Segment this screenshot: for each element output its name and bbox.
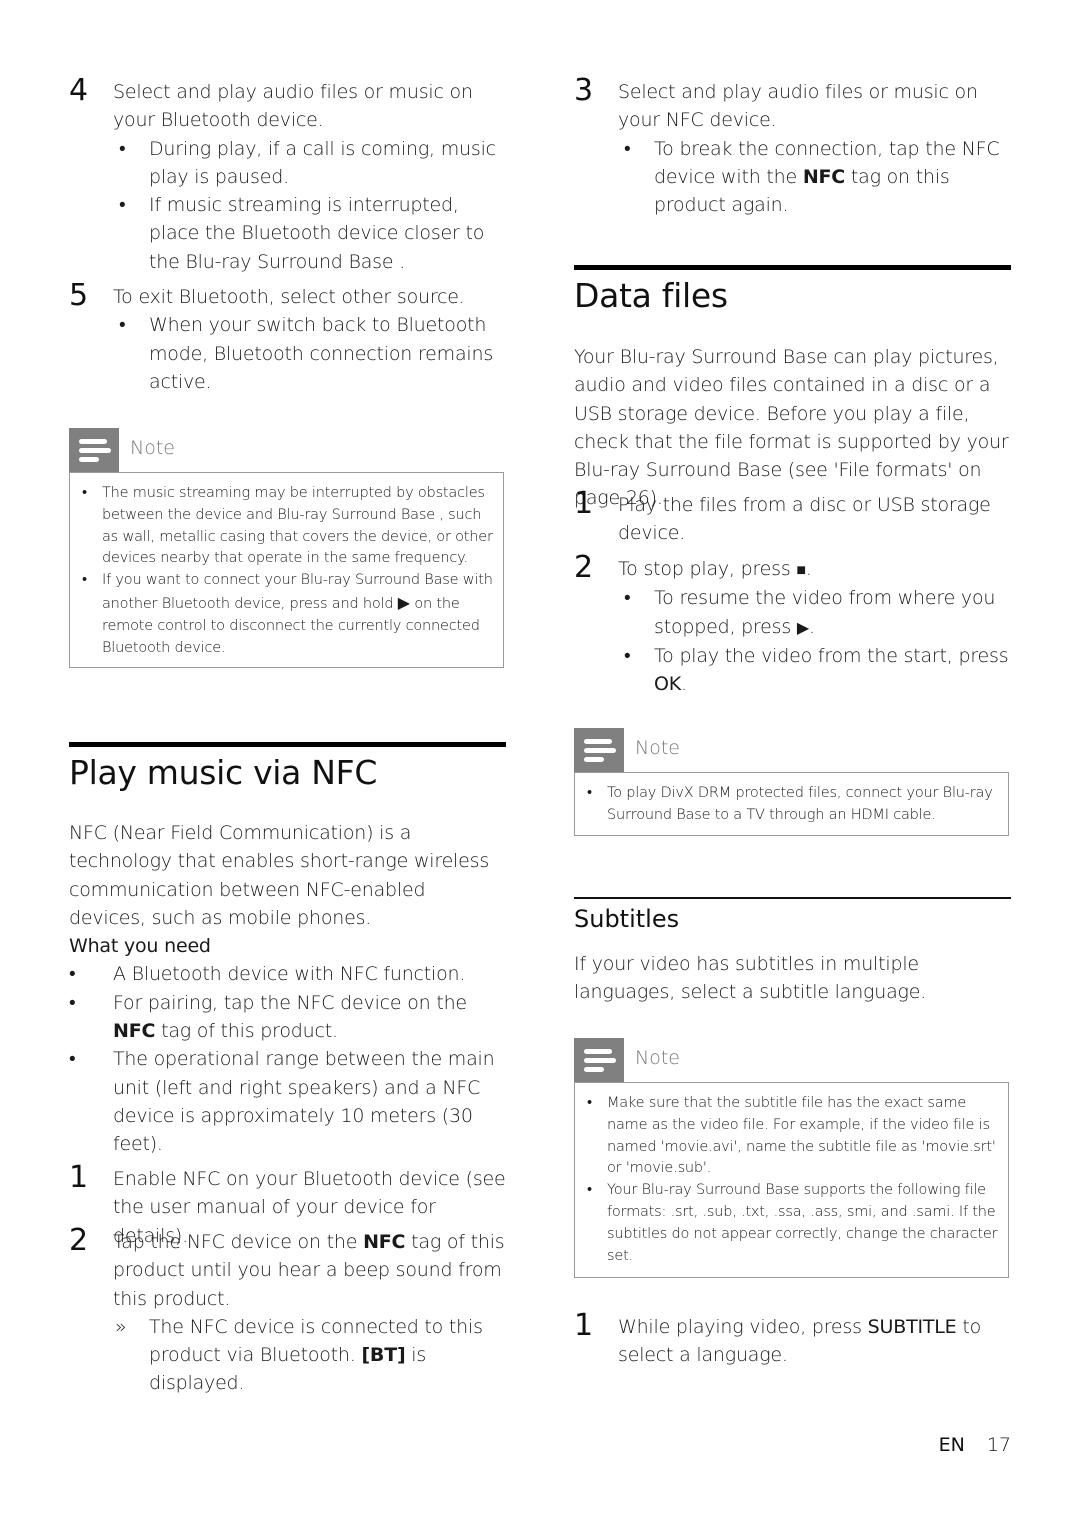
bullet-icon: •	[119, 194, 126, 217]
subsection-title: Subtitles	[574, 905, 680, 933]
what-you-need-heading: What you need	[69, 935, 211, 958]
list-item: • During play, if a call is coming, musi…	[113, 135, 508, 192]
bullet-icon: •	[624, 587, 631, 610]
step-number: 1	[69, 1160, 89, 1195]
page-number: 17	[986, 1434, 1011, 1456]
bullet-icon: •	[624, 644, 631, 667]
step-number: 1	[574, 1308, 594, 1343]
step-number: 2	[574, 550, 594, 585]
bullet-icon: •	[587, 785, 592, 801]
bullet-icon: •	[119, 137, 126, 160]
note-label: Note	[635, 737, 680, 759]
step-text: Play the files from a disc or USB storag…	[618, 494, 991, 545]
bullet-icon: •	[69, 963, 76, 986]
note-box: • Make sure that the subtitle file has t…	[574, 1082, 1009, 1278]
step-number: 1	[574, 486, 594, 521]
list-item: • The operational range between the main…	[69, 1045, 506, 1158]
section-divider	[69, 742, 506, 747]
list-item: • To break the connection, tap the NFC d…	[618, 135, 1013, 220]
bullet-icon: •	[624, 137, 631, 160]
step-text: Select and play audio files or music on …	[618, 81, 978, 132]
step-number: 4	[69, 73, 89, 108]
step-text: Select and play audio files or music on …	[113, 81, 473, 132]
stop-icon: ■	[796, 560, 806, 579]
language-code: EN	[938, 1434, 965, 1456]
play-icon: ▶	[397, 592, 410, 612]
bullet-icon: •	[82, 572, 87, 589]
note-item: • Make sure that the subtitle file has t…	[587, 1095, 996, 1177]
note-header: Note	[574, 1038, 1011, 1082]
note-label: Note	[635, 1047, 680, 1069]
result-arrow-icon: »	[115, 1315, 127, 1338]
list-item: • When your switch back to Bluetooth mod…	[113, 311, 508, 396]
bullet-icon: •	[587, 1182, 592, 1199]
note-header: Note	[574, 728, 1011, 772]
note-icon	[574, 1038, 624, 1082]
nfc-section-body: NFC (Near Field Communication) is a tech…	[69, 819, 506, 1159]
step-number: 2	[69, 1223, 89, 1258]
note-box: • To play DivX DRM protected files, conn…	[574, 772, 1009, 836]
play-icon: ▶	[796, 617, 810, 637]
step-text: To stop play, press ■.	[618, 558, 812, 580]
step-result: » The NFC device is connected to this pr…	[113, 1313, 508, 1398]
section-title: Play music via NFC	[69, 753, 378, 792]
bullet-icon: •	[69, 1048, 76, 1071]
bullet-icon: •	[119, 314, 126, 337]
note-box: • The music streaming may be interrupted…	[69, 472, 504, 668]
subsection-divider	[574, 897, 1011, 899]
note-item: • Your Blu-ray Surround Base supports th…	[587, 1182, 998, 1264]
step-number: 3	[574, 73, 594, 108]
subtitles-intro: If your video has subtitles in multiple …	[574, 953, 927, 1004]
data-files-intro: Your Blu-ray Surround Base can play pict…	[574, 346, 1009, 510]
note-header: Note	[69, 428, 506, 472]
step-text: Tap the NFC device on the NFC tag of thi…	[113, 1231, 505, 1310]
page-footer: EN 17	[939, 1434, 1011, 1456]
note-item: • The music streaming may be interrupted…	[82, 485, 493, 567]
list-item: • To resume the video from where you sto…	[618, 584, 1013, 642]
step-text: To exit Bluetooth, select other source.	[113, 286, 465, 308]
note-item: • If you want to connect your Blu-ray Su…	[82, 572, 493, 656]
list-item: • A Bluetooth device with NFC function.	[69, 960, 506, 988]
step-number: 5	[69, 278, 89, 313]
note-icon	[574, 728, 624, 772]
list-item: • If music streaming is interrupted, pla…	[113, 191, 508, 276]
section-divider	[574, 265, 1011, 270]
section-title: Data files	[574, 276, 728, 315]
note-item: • To play DivX DRM protected files, conn…	[587, 785, 993, 823]
bullet-icon: •	[587, 1095, 592, 1111]
bullet-icon: •	[82, 485, 87, 501]
nfc-intro: NFC (Near Field Communication) is a tech…	[69, 822, 490, 929]
note-icon	[69, 428, 119, 472]
list-item: • For pairing, tap the NFC device on the…	[69, 989, 506, 1046]
bullet-icon: •	[69, 991, 76, 1014]
note-label: Note	[130, 437, 175, 459]
list-item: • To play the video from the start, pres…	[618, 642, 1013, 699]
step-text: While playing video, press SUBTITLE to s…	[618, 1316, 981, 1367]
